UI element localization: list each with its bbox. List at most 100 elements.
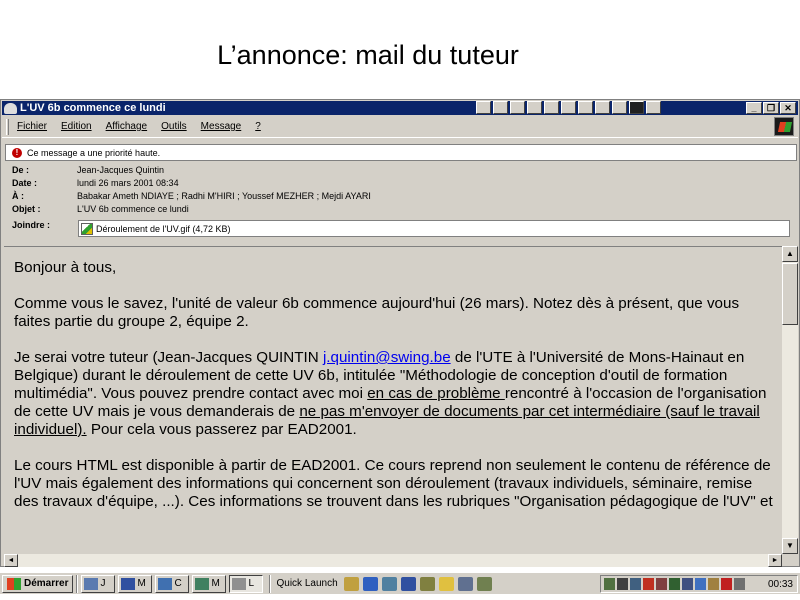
folder-icon[interactable] [510, 101, 525, 114]
quick-launch-icon[interactable] [381, 576, 397, 591]
task-label: M [137, 578, 146, 589]
menu-fichier[interactable]: Fichier [17, 121, 47, 132]
tray-icon[interactable] [669, 578, 680, 590]
windows-flag-icon [7, 577, 21, 590]
menu-outils[interactable]: Outils [161, 121, 187, 132]
window-titlebar[interactable]: L'UV 6b commence ce lundi _ ❐ ✕ [2, 101, 798, 115]
start-button[interactable]: Démarrer [2, 574, 74, 593]
high-priority-icon: ! [12, 147, 22, 158]
speaker-icon[interactable] [734, 578, 745, 590]
scroll-thumb[interactable] [782, 263, 798, 325]
slide-title: L’annonce: mail du tuteur [217, 40, 519, 70]
horizontal-scrollbar[interactable]: ◄ ► [4, 554, 782, 567]
toolbar-icon[interactable] [544, 101, 559, 114]
toolbar-icon[interactable] [595, 101, 610, 114]
message-headers: De : Jean-Jacques Quintin Date : lundi 2… [11, 164, 797, 237]
text-run: Je serai votre tuteur (Jean-Jacques QUIN… [14, 349, 323, 366]
menu-bar: Fichier Edition Affichage Outils Message… [2, 116, 798, 138]
body-paragraph-3: Le cours HTML est disponible à partir de… [14, 457, 773, 510]
app-icon [84, 577, 99, 590]
header-to: À : Babakar Ameth NDIAYE ; Radhi M'HIRI … [11, 190, 797, 203]
start-label: Démarrer [24, 578, 69, 589]
task-button-active[interactable]: L [229, 574, 264, 593]
toolbar-icon[interactable] [527, 101, 542, 114]
menu-affichage[interactable]: Affichage [106, 121, 148, 132]
attach-label: Joindre : [12, 220, 51, 230]
to-value: Babakar Ameth NDIAYE ; Radhi M'HIRI ; Yo… [77, 191, 371, 201]
tray-icon[interactable] [630, 578, 641, 590]
date-value: lundi 26 mars 2001 08:34 [77, 178, 179, 188]
task-label: C [174, 578, 182, 589]
tray-icon[interactable] [617, 578, 628, 590]
toolbar-icon[interactable] [612, 101, 627, 114]
task-button[interactable]: M [118, 574, 153, 593]
toolbar-icon[interactable] [646, 101, 661, 114]
tray-icon[interactable] [708, 578, 719, 590]
quick-launch-icon[interactable] [476, 576, 492, 591]
titlebar-toolbar [476, 101, 661, 115]
menu-grip[interactable] [6, 118, 9, 135]
word-icon[interactable] [400, 576, 416, 591]
quick-launch-label: Quick Launch [276, 578, 338, 589]
task-button[interactable]: M [192, 574, 227, 593]
tray-icon[interactable] [695, 578, 706, 590]
vertical-scrollbar[interactable]: ▲ ▼ [782, 246, 798, 554]
word-icon [121, 577, 136, 590]
toolbar-icon[interactable] [476, 101, 491, 114]
to-label: À : [12, 191, 24, 201]
body-greeting: Bonjour à tous, [14, 259, 117, 276]
toolbar-icon[interactable] [629, 101, 644, 114]
folder-icon[interactable] [438, 576, 454, 591]
mail-app-icon [4, 102, 17, 114]
from-value: Jean-Jacques Quintin [77, 165, 165, 175]
toolbar-icon[interactable] [578, 101, 593, 114]
header-subject: Objet : L'UV 6b commence ce lundi [11, 203, 797, 216]
tray-icon[interactable] [643, 578, 654, 590]
message-body-pane: Bonjour à tous, Comme vous le savez, l'u… [4, 246, 782, 554]
windows-logo-icon [774, 117, 794, 136]
header-date: Date : lundi 26 mars 2001 08:34 [11, 177, 797, 190]
date-label: Date : [12, 178, 38, 188]
scroll-left-button[interactable]: ◄ [4, 554, 18, 567]
quick-launch-icon[interactable] [343, 576, 359, 591]
system-tray: 00:33 [600, 575, 798, 593]
taskbar-separator [269, 574, 272, 593]
menu-message[interactable]: Message [201, 121, 242, 132]
subject-label: Objet : [12, 204, 41, 214]
minimize-button[interactable]: _ [746, 102, 762, 114]
task-button[interactable]: J [81, 574, 116, 593]
close-button[interactable]: ✕ [780, 102, 796, 114]
tray-icon[interactable] [721, 578, 732, 590]
quick-launch-icon[interactable] [419, 576, 435, 591]
app-icon [195, 577, 210, 590]
menu-help[interactable]: ? [255, 121, 261, 132]
scroll-up-button[interactable]: ▲ [782, 246, 798, 262]
attachment-name[interactable]: Déroulement de l'UV.gif (4,72 KB) [96, 224, 230, 234]
task-label: M [211, 578, 220, 589]
browser-icon [158, 577, 173, 590]
underlined-text: en cas de problème [367, 385, 505, 402]
task-button[interactable]: C [155, 574, 190, 593]
tutor-email-link[interactable]: j.quintin@swing.be [323, 349, 451, 366]
menu-edition[interactable]: Edition [61, 121, 92, 132]
attachment-field[interactable]: Déroulement de l'UV.gif (4,72 KB) [78, 220, 790, 237]
quick-launch-icon[interactable] [457, 576, 473, 591]
scroll-down-button[interactable]: ▼ [782, 538, 798, 554]
window-controls: _ ❐ ✕ [746, 102, 796, 114]
toolbar-icon[interactable] [493, 101, 508, 114]
task-label: J [100, 578, 106, 589]
tray-icon[interactable] [682, 578, 693, 590]
ie-icon[interactable] [362, 576, 378, 591]
body-paragraph-2: Je serai votre tuteur (Jean-Jacques QUIN… [14, 349, 774, 439]
taskbar-clock[interactable]: 00:33 [768, 579, 793, 590]
mail-icon [232, 577, 247, 590]
priority-notice-bar: ! Ce message a une priorité haute. [5, 144, 797, 161]
from-label: De : [12, 165, 30, 175]
tray-icon[interactable] [656, 578, 667, 590]
slide: L’annonce: mail du tuteur L'UV 6b commen… [0, 0, 800, 600]
tray-icon[interactable] [604, 578, 615, 590]
scroll-right-button[interactable]: ► [768, 554, 782, 567]
restore-button[interactable]: ❐ [763, 102, 779, 114]
header-from: De : Jean-Jacques Quintin [11, 164, 797, 177]
toolbar-icon[interactable] [561, 101, 576, 114]
